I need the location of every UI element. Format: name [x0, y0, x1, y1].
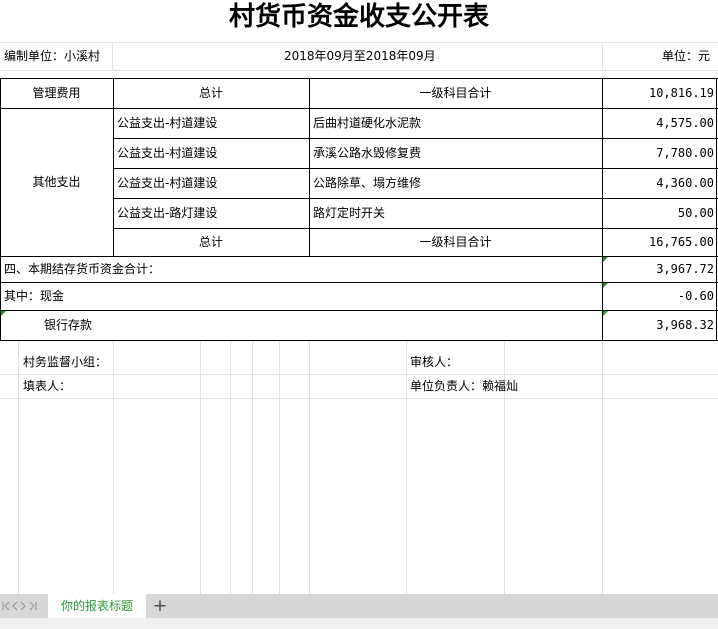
bank-label: 银行存款	[44, 318, 93, 332]
gridline	[200, 340, 201, 594]
balance-amount: 3,967.72	[656, 262, 714, 276]
preparer-label: 填表人：	[23, 379, 72, 393]
period-label: 2018年09月至2018年09月	[284, 49, 436, 63]
balance-label: 四、本期结存货币资金合计：	[4, 262, 161, 276]
management-amount: 10,816.19	[648, 86, 714, 100]
table-border	[113, 198, 718, 199]
management-category: 管理费用	[32, 86, 81, 100]
table-border	[0, 340, 718, 341]
table-border	[0, 282, 718, 283]
cell-comment-marker	[603, 257, 608, 262]
table-border	[602, 78, 603, 340]
cash-label: 其中：现金	[4, 289, 65, 303]
spreadsheet-grid[interactable]: 村货币资金收支公开表 编制单位：小溪村 2018年09月至2018年09月 单位…	[0, 0, 718, 594]
table-border	[113, 78, 114, 256]
gridline	[0, 70, 718, 71]
expense-type: 公益支出-村道建设	[117, 116, 218, 130]
gridline	[112, 43, 113, 70]
expense-desc: 后曲村道硬化水泥款	[313, 116, 422, 130]
status-bar	[0, 618, 718, 629]
gridline	[279, 340, 280, 594]
expense-amount: 4,360.00	[656, 176, 714, 190]
expense-desc: 公路除草、塌方维修	[313, 176, 422, 190]
gridline	[252, 340, 253, 594]
gridline	[406, 340, 407, 594]
gridline	[18, 340, 19, 594]
expense-amount: 50.00	[677, 206, 714, 220]
table-border	[0, 256, 718, 257]
other-total-label: 总计	[198, 235, 223, 249]
cash-amount: -0.60	[677, 289, 714, 303]
page-title: 村货币资金收支公开表	[228, 2, 489, 32]
table-border	[0, 78, 1, 340]
bank-amount: 3,968.32	[656, 318, 714, 332]
other-total-amount: 16,765.00	[648, 235, 714, 249]
expense-desc: 路灯定时开关	[313, 206, 386, 220]
other-subject-label: 一级科目合计	[419, 235, 492, 249]
gridline	[602, 43, 603, 70]
gridline	[0, 398, 718, 399]
management-total-label: 总计	[198, 86, 223, 100]
unit-label: 编制单位：小溪村	[4, 49, 101, 63]
sheet-tab-active[interactable]: 你的报表标题	[48, 594, 146, 618]
expense-type: 公益支出-村道建设	[117, 146, 218, 160]
management-subject-label: 一级科目合计	[419, 86, 492, 100]
gridline	[230, 340, 231, 594]
table-border	[716, 78, 717, 340]
responsible-label: 单位负责人：赖福灿	[410, 379, 519, 393]
table-border	[309, 78, 310, 256]
gridline	[309, 340, 310, 594]
expense-desc: 承溪公路水毁修复费	[313, 146, 422, 160]
gridline	[0, 374, 718, 375]
table-border	[0, 108, 718, 109]
table-border	[113, 138, 718, 139]
gridline	[602, 340, 603, 594]
expense-type: 公益支出-村道建设	[117, 176, 218, 190]
table-border	[0, 310, 718, 311]
table-border	[0, 78, 718, 79]
cell-comment-marker	[603, 311, 608, 316]
gridline	[113, 340, 114, 594]
cell-comment-marker	[1, 311, 6, 316]
table-border	[113, 168, 718, 169]
gridline	[0, 42, 718, 43]
expense-amount: 4,575.00	[656, 116, 714, 130]
other-category: 其他支出	[32, 175, 81, 189]
expense-type: 公益支出-路灯建设	[117, 206, 218, 220]
expense-amount: 7,780.00	[656, 146, 714, 160]
cell-comment-marker	[603, 283, 608, 288]
table-border	[113, 228, 718, 229]
supervision-label: 村务监督小组：	[23, 355, 108, 369]
currency-label: 单位：元	[662, 49, 711, 63]
reviewer-label: 审核人：	[410, 355, 459, 369]
add-sheet-button[interactable]: +	[150, 594, 170, 618]
